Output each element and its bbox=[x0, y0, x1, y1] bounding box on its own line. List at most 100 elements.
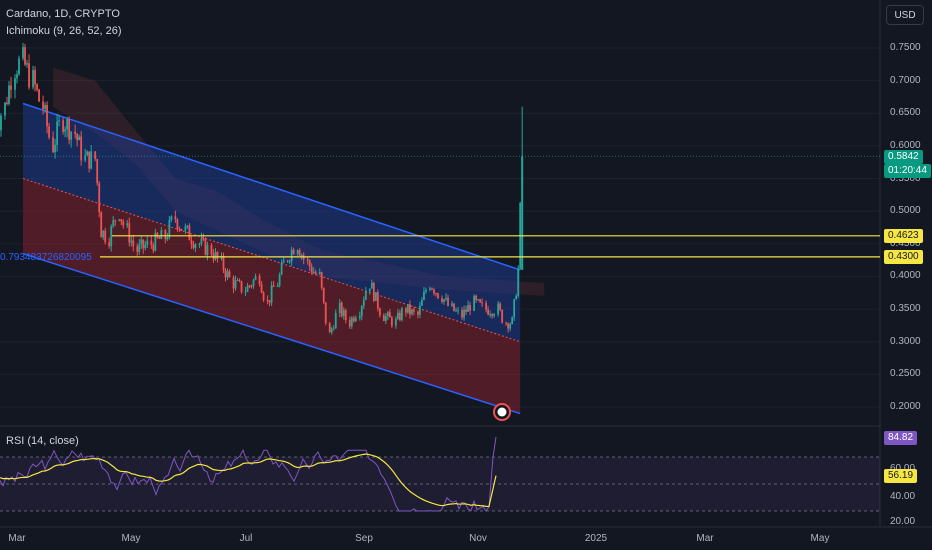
candle-body bbox=[310, 266, 313, 273]
candle-body bbox=[44, 105, 46, 110]
candle-body bbox=[216, 251, 219, 259]
candle-body bbox=[429, 288, 431, 290]
candle-body bbox=[320, 272, 323, 288]
candle-body bbox=[234, 280, 237, 289]
candle-body bbox=[509, 323, 512, 329]
candle-body bbox=[487, 309, 490, 315]
candle-body bbox=[184, 226, 187, 231]
candle-body bbox=[374, 292, 377, 301]
candle-body bbox=[254, 276, 257, 280]
candle-body bbox=[160, 230, 163, 239]
last-price-label: 0.5842 bbox=[884, 150, 923, 164]
candle-body bbox=[136, 246, 139, 252]
price-tick-label: 0.7500 bbox=[890, 42, 921, 53]
candle-body bbox=[493, 314, 496, 316]
candle-body bbox=[473, 295, 475, 311]
candle-body bbox=[447, 297, 449, 306]
candle-body bbox=[338, 302, 341, 313]
candle-body bbox=[340, 302, 343, 317]
price-chart[interactable] bbox=[0, 0, 932, 550]
candle-body bbox=[32, 70, 34, 88]
candle-body bbox=[204, 238, 207, 255]
candle-body bbox=[8, 85, 10, 104]
candle-body bbox=[90, 151, 93, 169]
candle-body bbox=[138, 244, 141, 252]
candle-body bbox=[485, 303, 488, 310]
candle-body bbox=[354, 317, 357, 322]
candle-body bbox=[108, 242, 111, 247]
candle-body bbox=[272, 285, 275, 287]
candle-body bbox=[74, 131, 77, 134]
candle-body bbox=[170, 216, 173, 220]
candle-body bbox=[280, 262, 283, 275]
candle-body bbox=[78, 136, 81, 141]
candle-body bbox=[505, 322, 508, 324]
candle-body bbox=[142, 239, 145, 249]
candle-body bbox=[477, 299, 479, 301]
candle-body bbox=[517, 268, 520, 296]
candle-body bbox=[451, 303, 453, 306]
candle-body bbox=[222, 255, 225, 270]
candle-body bbox=[210, 245, 213, 255]
candle-body bbox=[110, 226, 113, 247]
candle-body bbox=[232, 277, 235, 289]
candle-body bbox=[198, 243, 201, 245]
candle-body bbox=[194, 244, 197, 248]
candle-body bbox=[4, 102, 6, 116]
candle-body bbox=[364, 291, 367, 300]
candle-body bbox=[413, 309, 415, 312]
candle-body bbox=[270, 285, 273, 303]
candle-body bbox=[437, 293, 439, 299]
candle-body bbox=[46, 105, 48, 127]
candle-body bbox=[114, 220, 117, 222]
candle-body bbox=[76, 133, 79, 141]
candle-body bbox=[54, 144, 56, 153]
candle-body bbox=[152, 244, 155, 251]
candle-body bbox=[479, 299, 481, 303]
ichimoku-legend[interactable]: Ichimoku (9, 26, 52, 26) bbox=[6, 25, 122, 37]
candle-body bbox=[388, 312, 391, 318]
candle-body bbox=[48, 126, 50, 138]
candle-body bbox=[156, 232, 159, 238]
candle-body bbox=[100, 212, 103, 238]
candle-body bbox=[370, 282, 373, 289]
rsi-legend[interactable]: RSI (14, close) bbox=[6, 435, 79, 447]
candle-body bbox=[236, 280, 239, 282]
candle-body bbox=[342, 310, 345, 317]
currency-button[interactable]: USD bbox=[886, 5, 924, 25]
candle-body bbox=[70, 131, 73, 140]
price-tick-label: 0.3000 bbox=[890, 335, 921, 347]
candle-body bbox=[186, 225, 189, 227]
candle-body bbox=[425, 289, 427, 292]
candle-body bbox=[62, 120, 65, 132]
channel-value-label: 0.793483726820095 bbox=[0, 252, 92, 263]
candle-body bbox=[166, 237, 169, 240]
candle-body bbox=[164, 230, 167, 240]
rsi-tick-label: 40.00 bbox=[890, 491, 916, 502]
candle-body bbox=[318, 272, 321, 274]
candle-body bbox=[0, 115, 2, 131]
candle-body bbox=[292, 249, 295, 255]
candle-body bbox=[150, 240, 153, 245]
candle-body bbox=[399, 312, 401, 320]
candle-body bbox=[140, 239, 143, 245]
candle-body bbox=[122, 221, 125, 226]
candle-body bbox=[461, 310, 463, 318]
candle-body bbox=[98, 183, 101, 213]
candle-body bbox=[390, 317, 393, 326]
time-tick-label: Jul bbox=[239, 533, 253, 544]
candle-body bbox=[423, 291, 425, 300]
candle-body bbox=[499, 303, 502, 310]
candle-body bbox=[96, 159, 99, 184]
candle-body bbox=[128, 223, 131, 243]
candle-body bbox=[200, 238, 203, 244]
candle-body bbox=[352, 317, 355, 322]
candle-body bbox=[463, 309, 465, 318]
candle-body bbox=[465, 309, 467, 312]
candle-body bbox=[368, 288, 371, 292]
candle-body bbox=[126, 223, 129, 226]
candle-body bbox=[306, 259, 309, 261]
candle-body bbox=[362, 299, 365, 307]
candle-body bbox=[328, 323, 331, 333]
time-tick-label: 2025 bbox=[584, 533, 608, 544]
